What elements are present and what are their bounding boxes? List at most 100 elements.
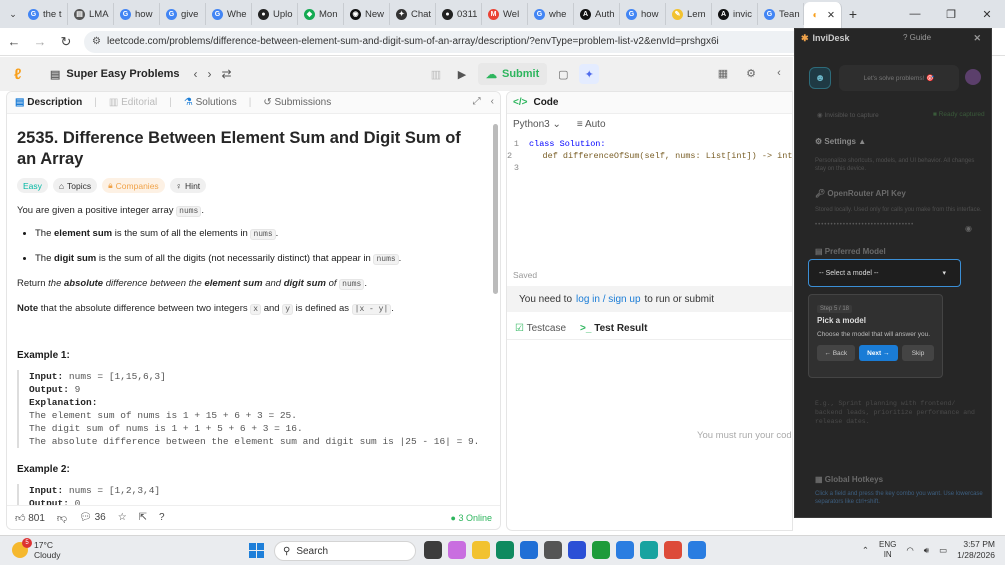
wifi-icon[interactable]: ◠ [906, 545, 913, 556]
notes-icon[interactable]: ▢ [553, 64, 573, 84]
language-select[interactable]: Python3 ⌄ [513, 119, 561, 130]
next-button[interactable]: Next → [858, 345, 899, 361]
layout-icon[interactable]: ▦ [713, 63, 733, 83]
browser-tab[interactable]: Gthe t [22, 3, 68, 25]
help-icon[interactable]: ? [159, 512, 165, 523]
auto-toggle[interactable]: ≡ Auto [577, 119, 606, 130]
taskbar-edge-icon[interactable] [496, 541, 514, 559]
browser-tab[interactable]: A Auth [574, 3, 620, 25]
start-windows-icon[interactable] [249, 543, 264, 558]
language-label: Python3 [513, 118, 550, 130]
browser-tab[interactable]: Gwhe [528, 3, 574, 25]
scrollbar-thumb[interactable] [493, 124, 498, 294]
ai-sparkle-icon[interactable]: ✦ [579, 64, 600, 84]
browser-tab[interactable]: Ggive [160, 3, 206, 25]
battery-icon[interactable]: ▭ [939, 545, 947, 556]
maximize-icon[interactable]: ❐ [933, 0, 969, 28]
browser-tab[interactable]: ✎ Lem [666, 3, 712, 25]
taskbar-folder-icon[interactable] [472, 541, 490, 559]
browser-tab[interactable]: ◉ New [344, 3, 390, 25]
minimize-icon[interactable]: — [897, 0, 933, 28]
chevron-up-icon[interactable]: ⌃ [862, 545, 869, 556]
star-icon[interactable]: ☆ [118, 512, 127, 523]
taskbar-mail-icon[interactable] [616, 541, 634, 559]
tab-solutions[interactable]: ⚗ Solutions [184, 97, 237, 108]
submit-button[interactable]: ☁ Submit [478, 63, 548, 85]
browser-tab[interactable]: M Wel [482, 3, 528, 25]
avatar[interactable] [965, 69, 981, 85]
invidesk-close-icon[interactable]: ✕ [973, 33, 981, 44]
browser-tab[interactable]: Ghow [114, 3, 160, 25]
taskbar-vscode-icon[interactable] [568, 541, 586, 559]
taskbar-file-explorer-dark-icon[interactable] [424, 541, 442, 559]
like-button[interactable]: 👍︎ 801 [15, 512, 45, 524]
taskbar-app-icon[interactable] [688, 541, 706, 559]
taskbar-search-input[interactable]: ⚲ Search [274, 541, 416, 561]
back-arrow-icon[interactable]: ← [2, 30, 26, 54]
prompt-textarea[interactable]: E.g., Sprint planning with frontend/ bac… [815, 399, 985, 426]
browser-tab-active[interactable]: ◐ ✕ [804, 2, 842, 28]
site-info-icon[interactable]: ⚙ [92, 36, 101, 47]
forward-arrow-icon[interactable]: → [28, 30, 52, 54]
hint-tag[interactable]: ♀ Hint [169, 178, 207, 193]
taskbar-copilot-icon[interactable] [448, 541, 466, 559]
prev-problem-icon[interactable]: ‹ [194, 67, 198, 81]
description-scrollbar[interactable] [493, 118, 498, 498]
browser-tab[interactable]: ◆ Mon [298, 3, 344, 25]
eye-icon[interactable]: ◉ [965, 224, 972, 233]
tab-test-result[interactable]: >_ Test Result [580, 323, 647, 334]
browser-tab[interactable]: ● 0311 [436, 3, 482, 25]
browser-tab[interactable]: ● Uplo [252, 3, 298, 25]
taskbar-xbox-icon[interactable] [592, 541, 610, 559]
next-problem-icon[interactable]: › [208, 67, 212, 81]
guide-button[interactable]: ? Guide [903, 33, 931, 42]
url-input[interactable]: ⚙ leetcode.com/problems/difference-betwe… [84, 30, 844, 53]
back-button[interactable]: ← Back [817, 345, 855, 361]
login-link[interactable]: log in / sign up [576, 294, 641, 305]
api-key-field[interactable]: •••••••••••••••••••••••••••••••• [815, 222, 975, 234]
volume-icon[interactable]: 🔊︎ [924, 545, 929, 556]
browser-tab[interactable]: ▤ LMA [68, 3, 114, 25]
taskbar-app-icon[interactable] [544, 541, 562, 559]
reload-icon[interactable]: ↻ [54, 30, 78, 54]
problem-list-title[interactable]: Super Easy Problems [66, 68, 179, 80]
leetcode-logo-icon[interactable]: ℓ [14, 66, 30, 83]
tab-testcase[interactable]: ☑ Testcase [515, 323, 566, 334]
browser-tab[interactable]: Ainvic [712, 3, 758, 25]
tab-close-icon[interactable]: ✕ [827, 10, 835, 21]
topics-tag[interactable]: ⌂ Topics [52, 178, 98, 193]
comments-button[interactable]: 💬︎ 36 [79, 512, 106, 523]
settings-heading[interactable]: ⚙ Settings ▲ [815, 137, 866, 146]
taskbar-store-icon[interactable] [520, 541, 538, 559]
shuffle-icon[interactable]: ⇄ [222, 67, 232, 81]
browser-tab[interactable]: ✦ Chat [390, 3, 436, 25]
new-tab-button[interactable]: + [842, 6, 864, 22]
language-indicator[interactable]: ENG IN [879, 540, 896, 560]
dislike-icon[interactable]: 👎︎ [57, 512, 67, 524]
browser-tab[interactable]: G Whe [206, 3, 252, 25]
run-icon[interactable]: ▶ [452, 64, 472, 84]
code-editor[interactable]: 1 class Solution: 2 def differenceOfSum(s… [507, 138, 792, 174]
clock[interactable]: 3:57 PM 1/28/2026 [957, 539, 995, 561]
difficulty-badge[interactable]: Easy [17, 178, 48, 193]
model-select[interactable]: -- Select a model -- ▾ [808, 259, 961, 287]
browser-tab[interactable]: Ghow [620, 3, 666, 25]
tab-editorial[interactable]: ▥ Editorial [109, 97, 157, 108]
skip-button[interactable]: Skip [902, 345, 935, 361]
browser-tab[interactable]: G Tean [758, 3, 804, 25]
settings-gear-icon[interactable]: ⚙ [741, 63, 761, 83]
debug-icon[interactable]: ▥ [426, 64, 446, 84]
tab-submissions[interactable]: ↺ Submissions [263, 97, 331, 108]
tab-label: invic [733, 8, 753, 20]
share-icon[interactable]: ⇱ [139, 512, 147, 523]
weather-widget[interactable]: 5 17°C Cloudy [12, 538, 60, 560]
collapse-left-icon[interactable]: ‹ [491, 96, 494, 107]
close-window-icon[interactable]: ✕ [969, 0, 1005, 28]
companies-tag[interactable]: 🔒︎ Companies [102, 178, 165, 193]
tab-search-icon[interactable]: ⌄ [4, 5, 22, 23]
tab-description[interactable]: ▤ Description [15, 97, 82, 108]
taskbar-chrome-icon[interactable] [664, 541, 682, 559]
taskbar-app-icon[interactable] [640, 541, 658, 559]
expand-icon[interactable]: ⤢ [473, 96, 481, 107]
collapse-icon[interactable]: ‹ [769, 63, 789, 83]
